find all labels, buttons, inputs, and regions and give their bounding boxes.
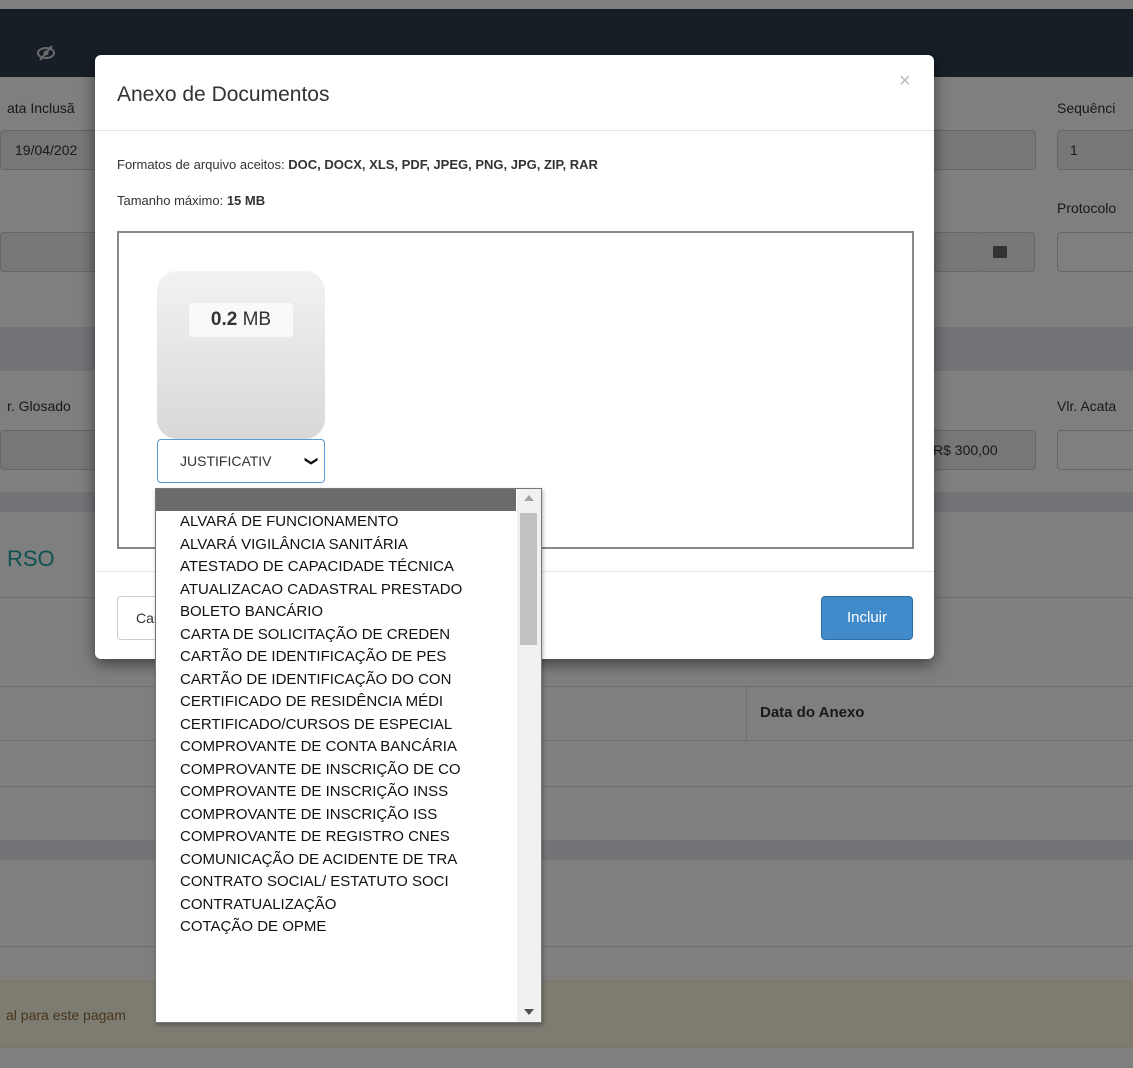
dropdown-option[interactable]: CONTRATO SOCIAL/ ESTATUTO SOCI: [156, 871, 516, 894]
max-size-text: Tamanho máximo: 15 MB: [117, 193, 265, 208]
dropdown-option[interactable]: [156, 489, 516, 511]
dropdown-option[interactable]: COMPROVANTE DE INSCRIÇÃO DE CO: [156, 759, 516, 782]
dropdown-scrollbar[interactable]: [517, 489, 541, 1022]
document-type-dropdown-list[interactable]: ALVARÁ DE FUNCIONAMENTO ALVARÁ VIGILÂNCIA…: [155, 488, 542, 1023]
document-type-select[interactable]: JUSTIFICATIV ❮: [157, 439, 325, 483]
scrollbar-thumb[interactable]: [520, 513, 537, 645]
dropdown-option[interactable]: ATUALIZACAO CADASTRAL PRESTADO: [156, 579, 516, 602]
dropdown-option[interactable]: COMPROVANTE DE CONTA BANCÁRIA: [156, 736, 516, 759]
dropdown-option[interactable]: BOLETO BANCÁRIO: [156, 601, 516, 624]
dropdown-option[interactable]: COMPROVANTE DE REGISTRO CNES: [156, 826, 516, 849]
dropdown-options: ALVARÁ DE FUNCIONAMENTO ALVARÁ VIGILÂNCIA…: [156, 489, 516, 939]
max-size-label: Tamanho máximo:: [117, 193, 227, 208]
dropdown-option[interactable]: COTAÇÃO DE OPME: [156, 916, 516, 939]
document-type-selected: JUSTIFICATIV: [180, 453, 272, 469]
include-button[interactable]: Incluir: [821, 596, 913, 640]
formats-value: DOC, DOCX, XLS, PDF, JPEG, PNG, JPG, ZIP…: [288, 157, 598, 172]
dropdown-option[interactable]: COMUNICAÇÃO DE ACIDENTE DE TRA: [156, 849, 516, 872]
scroll-up-arrow-icon[interactable]: [524, 495, 534, 501]
dropdown-option[interactable]: CERTIFICADO/CURSOS DE ESPECIAL: [156, 714, 516, 737]
chevron-down-icon: ❮: [302, 455, 318, 467]
accepted-formats-text: Formatos de arquivo aceitos: DOC, DOCX, …: [117, 157, 598, 172]
file-size-number: 0.2: [210, 309, 238, 330]
dropdown-option[interactable]: ALVARÁ VIGILÂNCIA SANITÁRIA: [156, 534, 516, 557]
scroll-down-arrow-icon[interactable]: [524, 1009, 534, 1015]
file-preview-thumbnail: 0.2 MB: [157, 271, 325, 439]
formats-label: Formatos de arquivo aceitos:: [117, 157, 289, 172]
dropdown-option[interactable]: COMPROVANTE DE INSCRIÇÃO INSS: [156, 781, 516, 804]
max-size-value: 15 MB: [226, 193, 266, 208]
dropdown-option[interactable]: COMPROVANTE DE INSCRIÇÃO ISS: [156, 804, 516, 827]
dropdown-option[interactable]: ALVARÁ DE FUNCIONAMENTO: [156, 511, 516, 534]
dropdown-option[interactable]: CERTIFICADO DE RESIDÊNCIA MÉDI: [156, 691, 516, 714]
file-size-unit: MB: [237, 309, 272, 330]
modal-title: Anexo de Documentos: [117, 83, 330, 106]
modal-header: Anexo de Documentos ×: [95, 55, 934, 131]
close-icon[interactable]: ×: [899, 71, 911, 91]
dropdown-option[interactable]: CARTÃO DE IDENTIFICAÇÃO DE PES: [156, 646, 516, 669]
dropdown-option[interactable]: CONTRATUALIZAÇÃO: [156, 894, 516, 917]
dropdown-option[interactable]: ATESTADO DE CAPACIDADE TÉCNICA: [156, 556, 516, 579]
dropdown-option[interactable]: CARTA DE SOLICITAÇÃO DE CREDEN: [156, 624, 516, 647]
file-size-badge: 0.2 MB: [189, 303, 293, 337]
dropdown-option[interactable]: CARTÃO DE IDENTIFICAÇÃO DO CON: [156, 669, 516, 692]
